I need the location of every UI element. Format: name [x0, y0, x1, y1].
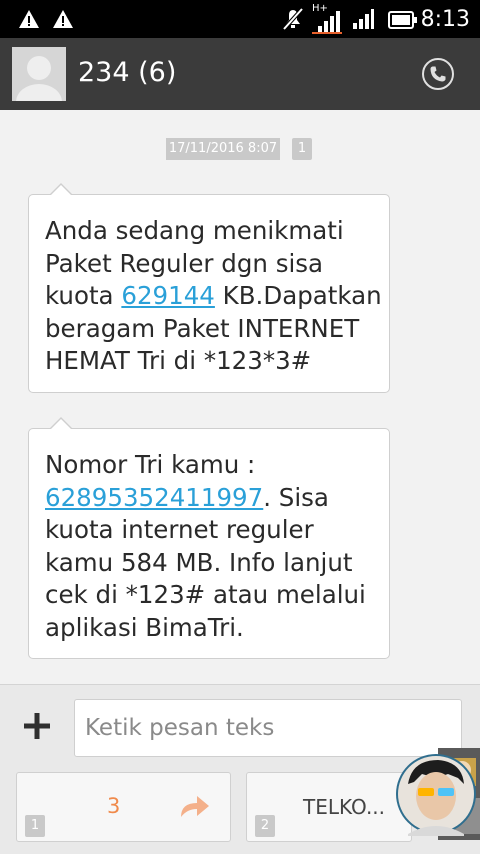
message-line: cek di *123# atau melalui — [45, 580, 366, 609]
carrier-label: TELKO... — [303, 795, 386, 819]
send-sim2-button[interactable]: 2 TELKO... — [246, 772, 412, 842]
battery-icon — [388, 11, 417, 29]
status-bar: H+ 8:13 — [0, 0, 480, 38]
number-link[interactable]: 629144 — [121, 281, 215, 310]
message-line: Nomor Tri kamu : — [45, 450, 256, 479]
message-bubble[interactable]: Nomor Tri kamu : 62895352411997. Sisa ku… — [28, 417, 390, 659]
contact-title: 234 (6) — [78, 57, 177, 88]
message-text: . Sisa — [263, 482, 329, 512]
warning-icon — [53, 10, 73, 28]
clock: 8:13 — [420, 7, 470, 32]
timestamp: 17/11/2016 8:07 — [166, 138, 280, 160]
message-list[interactable]: 17/11/2016 8:07 1 Anda sedang menikmati … — [0, 110, 480, 684]
message-line: Paket Reguler dgn sisa — [45, 248, 324, 278]
message-bubble[interactable]: Anda sedang menikmati Paket Reguler dgn … — [28, 183, 390, 393]
message-line: HEMAT Tri di *123*3# — [45, 346, 312, 375]
message-line: aplikasi BimaTri. — [45, 612, 244, 642]
message-line: kuota internet reguler — [45, 515, 314, 544]
mobile-signal-icon: H+ — [312, 4, 342, 34]
message-line: kuota 629144 KB.Dapatkan — [45, 280, 382, 313]
send-arrow-icon — [181, 796, 209, 817]
message-count: 3 — [107, 794, 121, 818]
message-line: kamu 584 MB. Info lanjut — [45, 547, 353, 577]
floating-avatar[interactable] — [396, 748, 480, 840]
signal-icon — [353, 9, 374, 29]
message-text: KB.Dapatkan — [214, 281, 382, 310]
phone-number-link[interactable]: 62895352411997 — [45, 483, 263, 512]
contact-avatar-icon[interactable] — [12, 47, 66, 101]
sim-slot-badge: 2 — [255, 815, 275, 837]
warning-icon — [19, 10, 39, 28]
message-line: beragam Paket INTERNET — [45, 313, 360, 343]
mute-icon — [282, 7, 304, 31]
sim-badge: 1 — [292, 138, 312, 160]
send-sim1-button[interactable]: 1 3 — [16, 772, 231, 842]
message-text: kuota — [45, 281, 122, 310]
message-line: Anda sedang menikmati — [45, 216, 344, 245]
phone-icon[interactable] — [420, 56, 456, 92]
conversation-header: 234 (6) — [0, 38, 480, 110]
message-line: 62895352411997. Sisa — [45, 482, 375, 515]
sim-slot-badge: 1 — [25, 815, 45, 837]
plus-icon[interactable] — [22, 711, 52, 741]
